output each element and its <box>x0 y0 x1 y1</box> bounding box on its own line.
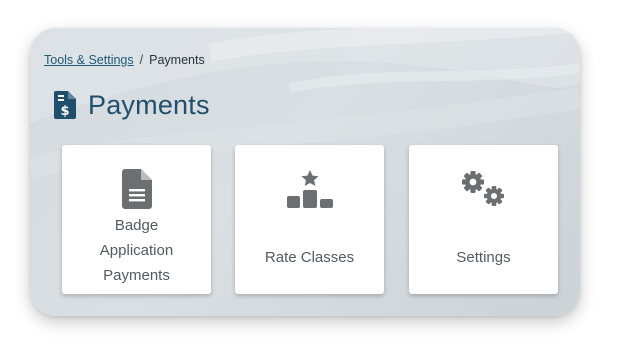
card-label-settings: Settings <box>415 245 552 270</box>
breadcrumb-link-tools-settings[interactable]: Tools & Settings <box>44 53 134 67</box>
breadcrumb-separator: / <box>139 53 144 67</box>
card-settings[interactable]: Settings <box>409 145 558 294</box>
file-document-icon <box>62 167 211 211</box>
file-invoice-dollar-icon: $ <box>54 91 76 119</box>
breadcrumb-current: Payments <box>149 53 205 67</box>
gears-icon <box>409 167 558 211</box>
card-label-line: Rate Classes <box>264 249 355 266</box>
payments-panel: Tools & Settings / Payments $ Payments B… <box>30 28 580 316</box>
card-badge-application-payments[interactable]: Badge Application Payments <box>62 145 211 294</box>
card-label-line: Settings <box>456 249 511 266</box>
page-header: $ Payments <box>54 88 210 122</box>
card-rate-classes[interactable]: Rate Classes <box>235 145 384 294</box>
page-title: Payments <box>88 89 210 120</box>
ranking-podium-icon <box>235 167 384 211</box>
card-label-line: Application <box>99 242 174 259</box>
card-label-line: Payments <box>103 267 170 284</box>
card-label-line: Badge <box>114 217 159 234</box>
card-label-rate-classes: Rate Classes <box>241 245 378 270</box>
page: Tools & Settings / Payments $ Payments B… <box>0 0 636 346</box>
breadcrumb: Tools & Settings / Payments <box>44 53 205 67</box>
card-label-badge-application-payments: Badge Application Payments <box>68 213 205 288</box>
svg-text:$: $ <box>60 104 69 119</box>
